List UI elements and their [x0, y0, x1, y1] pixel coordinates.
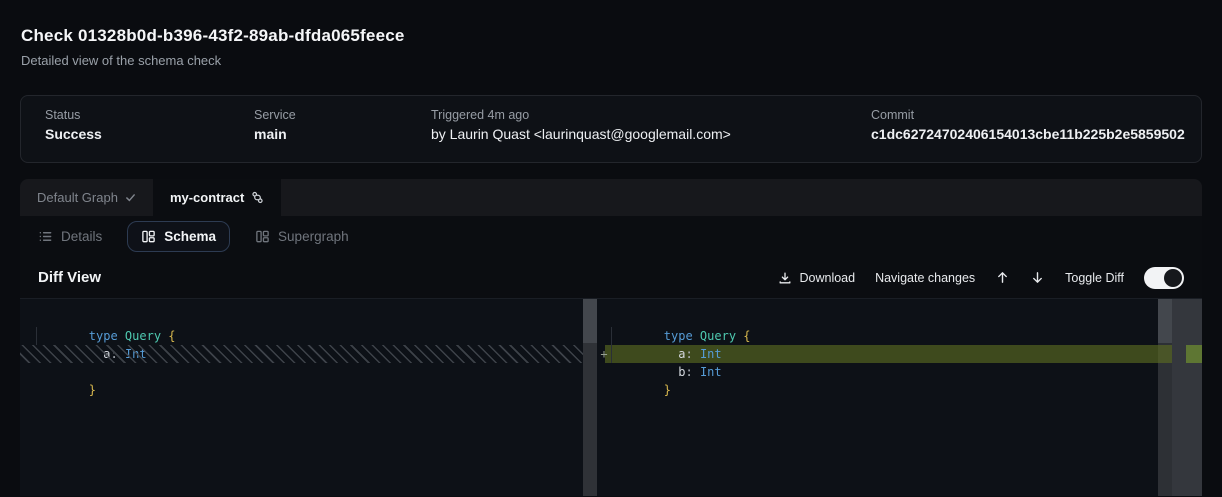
service-label: Service [254, 108, 296, 122]
diff-right-line-4: } [606, 363, 671, 381]
page-subtitle: Detailed view of the schema check [21, 53, 405, 68]
download-label: Download [799, 271, 855, 285]
download-button[interactable]: Download [778, 271, 855, 285]
right-scrollbar-ruler[interactable] [1158, 299, 1202, 496]
added-line-scrollbar-tint [1158, 345, 1172, 363]
tab-details[interactable]: Details [38, 229, 102, 244]
tab-my-contract-label: my-contract [170, 190, 244, 205]
diff-left-line-4: } [31, 363, 96, 381]
triggered-label: Triggered 4m ago [431, 108, 529, 122]
tab-schema-label: Schema [164, 229, 216, 244]
graph-tabstrip: Default Graph my-contract [20, 179, 1202, 216]
indent-guide [36, 327, 37, 345]
check-summary-card: Status Success Service main Triggered 4m… [20, 95, 1202, 163]
diff-left-line-2: a: Int [31, 327, 147, 345]
tab-supergraph[interactable]: Supergraph [255, 229, 349, 244]
diff-right-line-2: a: Int [606, 327, 722, 345]
diff-view-title: Diff View [38, 269, 101, 286]
panels-icon [141, 229, 156, 244]
previous-change-button[interactable] [995, 270, 1010, 285]
view-tabstrip: Details Schema Supergraph [20, 216, 1202, 257]
indent-guide [611, 327, 612, 363]
navigate-changes-label: Navigate changes [875, 271, 975, 285]
page-title: Check 01328b0d-b396-43f2-89ab-dfda065fee… [21, 26, 405, 46]
right-scrollbar-slider[interactable] [1158, 299, 1172, 343]
service-value: main [254, 126, 287, 142]
check-icon [125, 192, 136, 203]
diff-left-line-1: type Query { [31, 309, 176, 327]
tab-default-graph[interactable]: Default Graph [20, 179, 153, 216]
arrow-down-icon [1030, 270, 1045, 285]
list-icon [38, 229, 53, 244]
tab-default-graph-label: Default Graph [37, 190, 118, 205]
tab-my-contract[interactable]: my-contract [153, 179, 281, 216]
diff-placeholder-hatch [20, 345, 583, 363]
tab-supergraph-label: Supergraph [278, 229, 349, 244]
added-line-overview-marker [1186, 345, 1202, 363]
tab-details-label: Details [61, 229, 102, 244]
triggered-value: by Laurin Quast <laurinquast@googlemail.… [431, 126, 731, 142]
diff-right-line-3-added: b: Int [606, 345, 722, 363]
commit-label: Commit [871, 108, 914, 122]
left-scrollbar[interactable] [583, 299, 597, 496]
status-value: Success [45, 126, 102, 142]
diff-right-line-1: type Query { [606, 309, 751, 327]
commit-value: c1dc62724702406154013cbe11b225b2e5859502 [871, 126, 1185, 142]
toggle-diff-switch[interactable] [1144, 267, 1184, 289]
page-header: Check 01328b0d-b396-43f2-89ab-dfda065fee… [21, 26, 405, 68]
diff-toolbar: Diff View Download Navigate changes [20, 257, 1202, 299]
schema-diff-editor: type Query { a: Int } + type Query { a: … [20, 299, 1202, 496]
status-label: Status [45, 108, 80, 122]
left-scrollbar-slider[interactable] [583, 299, 597, 343]
tab-schema[interactable]: Schema [127, 221, 230, 252]
download-icon [778, 271, 792, 285]
toggle-knob [1164, 269, 1182, 287]
panels-icon [255, 229, 270, 244]
check-detail-panel: Default Graph my-contract [20, 179, 1202, 497]
diff-toolbar-actions: Download Navigate changes Toggle Diff [778, 267, 1184, 289]
toggle-diff-label: Toggle Diff [1065, 271, 1124, 285]
arrow-up-icon [995, 270, 1010, 285]
next-change-button[interactable] [1030, 270, 1045, 285]
schema-check-page: Check 01328b0d-b396-43f2-89ab-dfda065fee… [0, 0, 1222, 497]
contract-fork-icon [251, 191, 264, 204]
